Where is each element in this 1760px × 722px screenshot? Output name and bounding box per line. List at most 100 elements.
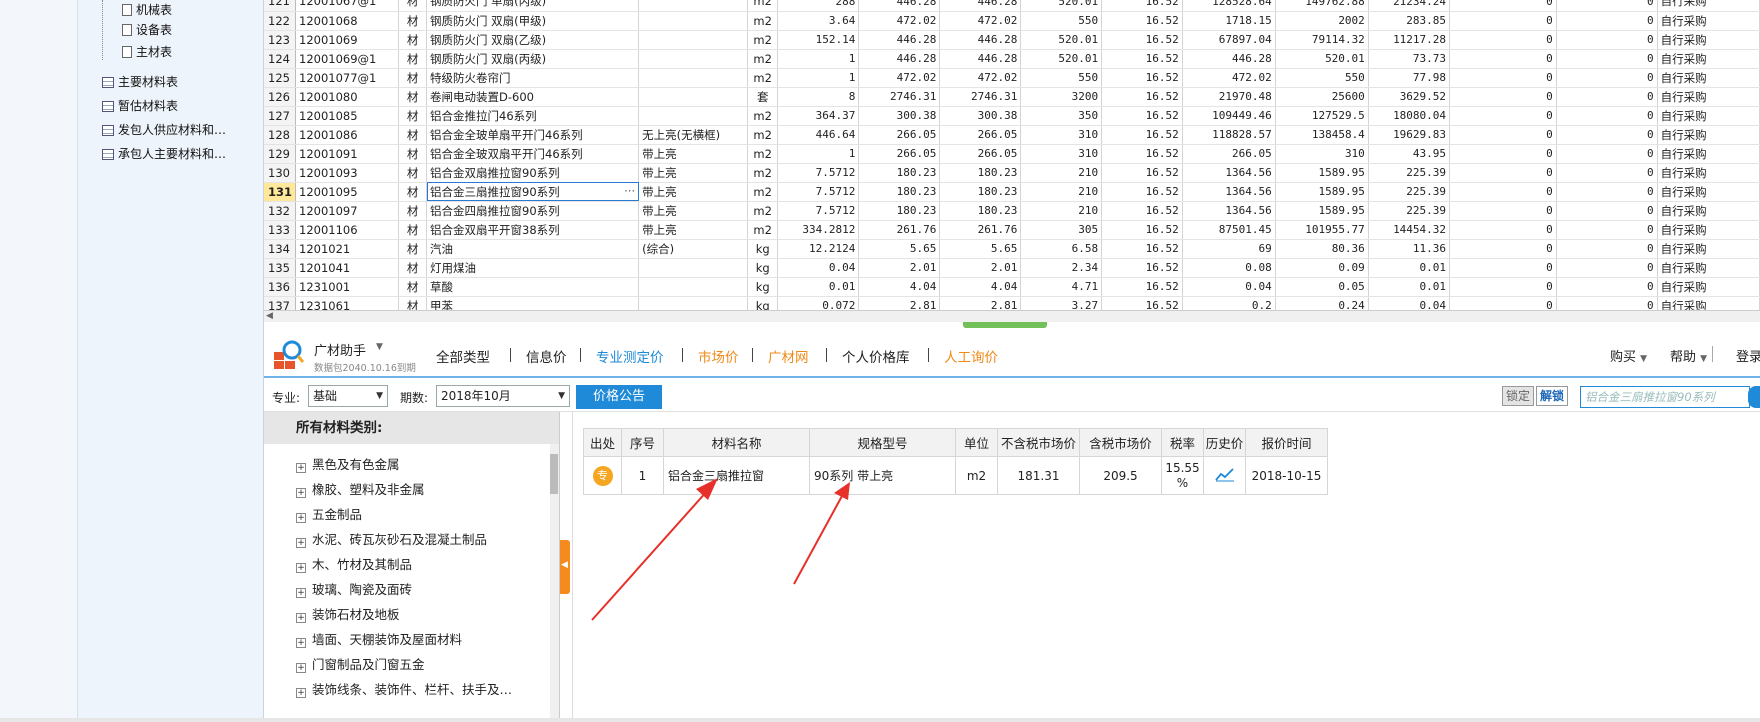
table-cell[interactable]: 12001091 xyxy=(295,144,400,164)
table-cell[interactable]: 127529.5 xyxy=(1275,106,1369,126)
table-cell[interactable]: 0.04 xyxy=(1368,296,1451,310)
table-cell[interactable]: 0 xyxy=(1556,144,1658,164)
material-name-cell[interactable]: 草酸 xyxy=(426,277,640,297)
row-number[interactable]: 133 xyxy=(264,220,297,240)
table-cell[interactable]: 210 xyxy=(1020,163,1103,183)
table-cell[interactable]: 0.08 xyxy=(1182,258,1276,278)
table-cell[interactable]: 310 xyxy=(1020,125,1103,145)
table-cell[interactable]: kg xyxy=(747,239,779,259)
table-cell[interactable]: 0 xyxy=(1449,220,1557,240)
table-cell[interactable]: 472.02 xyxy=(939,11,1022,31)
table-cell[interactable]: 364.37 xyxy=(777,106,860,126)
table-cell[interactable]: 180.23 xyxy=(858,182,941,202)
column-header[interactable]: 单位 xyxy=(955,428,998,457)
table-cell[interactable]: 0.01 xyxy=(777,277,860,297)
table-cell[interactable]: 2.81 xyxy=(858,296,941,310)
row-number[interactable]: 134 xyxy=(264,239,297,259)
table-cell[interactable]: 4.04 xyxy=(858,277,941,297)
table-cell[interactable]: 16.52 xyxy=(1101,296,1183,310)
category-item[interactable]: + 黑色及有色金属 xyxy=(296,454,400,476)
row-number[interactable]: 125 xyxy=(264,68,297,88)
row-number[interactable]: 121 xyxy=(264,0,297,12)
splitter-handle[interactable] xyxy=(963,322,1047,328)
table-cell[interactable]: 266.05 xyxy=(939,125,1022,145)
table-cell[interactable]: 自行采购 xyxy=(1657,125,1760,145)
table-cell[interactable]: 材 xyxy=(398,163,427,183)
row-number[interactable]: 129 xyxy=(264,144,297,164)
collapse-panel-button[interactable]: ◀ xyxy=(560,540,570,594)
material-name-cell[interactable]: 铝合金双扇平开窗38系列 xyxy=(426,220,640,240)
table-cell[interactable]: kg xyxy=(747,258,779,278)
search-input[interactable]: 铝合金三扇推拉窗90系列 xyxy=(1580,386,1750,408)
table-cell[interactable]: 446.28 xyxy=(858,49,941,69)
table-cell[interactable]: 0 xyxy=(1449,182,1557,202)
table-cell[interactable]: 225.39 xyxy=(1368,163,1451,183)
table-cell[interactable]: 0 xyxy=(1449,258,1557,278)
table-row[interactable]: 121 12001067@1 材钢质防火门 单扇(丙级) m2 288 446.28 446… xyxy=(264,0,1760,12)
table-cell[interactable]: 300.38 xyxy=(858,106,941,126)
table-cell[interactable]: 1589.95 xyxy=(1275,201,1369,221)
table-cell[interactable]: 材 xyxy=(398,239,427,259)
table-cell[interactable]: 101955.77 xyxy=(1275,220,1369,240)
table-cell[interactable]: 12001080 xyxy=(295,87,400,107)
table-cell[interactable]: 180.23 xyxy=(939,201,1022,221)
table-cell[interactable]: 0.072 xyxy=(777,296,860,310)
table-cell[interactable]: 16.52 xyxy=(1101,258,1183,278)
table-cell[interactable]: 0 xyxy=(1449,144,1557,164)
more-icon[interactable]: ··· xyxy=(624,184,635,198)
table-cell[interactable]: 520.01 xyxy=(1275,49,1369,69)
table-cell[interactable] xyxy=(638,0,749,12)
table-cell[interactable]: 材 xyxy=(398,182,427,202)
table-cell[interactable]: 自行采购 xyxy=(1657,296,1760,310)
table-cell[interactable]: 67897.04 xyxy=(1182,30,1276,50)
table-cell[interactable]: 472.02 xyxy=(858,68,941,88)
table-cell[interactable]: 0 xyxy=(1556,201,1658,221)
expand-plus-icon[interactable]: + xyxy=(296,663,306,673)
login-button[interactable]: 登录 xyxy=(1736,346,1760,365)
table-cell[interactable]: 334.2812 xyxy=(777,220,860,240)
table-cell[interactable]: m2 xyxy=(747,201,779,221)
category-item[interactable]: + 橡胶、塑料及非金属 xyxy=(296,479,425,501)
table-cell[interactable]: 无上亮(无横框) xyxy=(638,125,749,145)
table-cell[interactable]: 210 xyxy=(1020,201,1103,221)
table-cell[interactable]: 180.23 xyxy=(858,201,941,221)
table-row[interactable]: 128 12001086 材铝合金全玻单扇平开门46系列 无上亮(无横框) m2 446.… xyxy=(264,125,1760,145)
column-header[interactable]: 报价时间 xyxy=(1245,428,1328,457)
table-cell[interactable]: m2 xyxy=(747,68,779,88)
table-cell[interactable]: 2746.31 xyxy=(939,87,1022,107)
column-header[interactable]: 出处 xyxy=(583,428,622,457)
table-cell[interactable]: 自行采购 xyxy=(1657,68,1760,88)
table-cell[interactable]: 446.28 xyxy=(1182,49,1276,69)
table-cell[interactable]: 套 xyxy=(747,87,779,107)
material-name-cell[interactable]: 卷闸电动装置D-600 xyxy=(426,87,640,107)
table-cell[interactable]: 16.52 xyxy=(1101,220,1183,240)
material-name-cell[interactable]: 钢质防火门 双扇(丙级) xyxy=(426,49,640,69)
row-number[interactable]: 136 xyxy=(264,277,297,297)
column-header[interactable]: 不含税市场价 xyxy=(997,428,1080,457)
tree-item-client-supplied[interactable]: 发包人供应材料和… xyxy=(102,120,226,140)
table-cell[interactable]: 1231061 xyxy=(295,296,400,310)
table-cell[interactable]: 446.28 xyxy=(858,30,941,50)
table-cell[interactable]: 138458.4 xyxy=(1275,125,1369,145)
table-cell[interactable]: m2 xyxy=(747,125,779,145)
table-row[interactable]: 126 12001080 材卷闸电动装置D-600 套 8 2746.31 2746.31 3… xyxy=(264,87,1760,107)
table-cell[interactable]: 16.52 xyxy=(1101,182,1183,202)
table-cell[interactable]: 446.28 xyxy=(939,30,1022,50)
table-cell[interactable]: 12.2124 xyxy=(777,239,860,259)
table-cell[interactable]: m2 xyxy=(747,30,779,50)
table-cell[interactable]: 69 xyxy=(1182,239,1276,259)
table-cell[interactable]: 16.52 xyxy=(1101,163,1183,183)
table-cell[interactable] xyxy=(638,296,749,310)
row-number[interactable]: 130 xyxy=(264,163,297,183)
table-cell[interactable]: 305 xyxy=(1020,220,1103,240)
tab-guangcai-web[interactable]: 广材网 xyxy=(768,346,809,366)
price-notice-button[interactable]: 价格公告 xyxy=(576,385,662,409)
material-name-cell[interactable]: 灯用煤油 xyxy=(426,258,640,278)
table-cell[interactable]: 19629.83 xyxy=(1368,125,1451,145)
table-cell[interactable]: 446.64 xyxy=(777,125,860,145)
table-cell[interactable]: 0 xyxy=(1556,125,1658,145)
table-cell[interactable]: 0 xyxy=(1556,30,1658,50)
chevron-down-icon[interactable]: ▼ xyxy=(376,342,383,352)
table-cell[interactable]: 2746.31 xyxy=(858,87,941,107)
tree-item-major-materials[interactable]: 主要材料表 xyxy=(102,72,178,92)
